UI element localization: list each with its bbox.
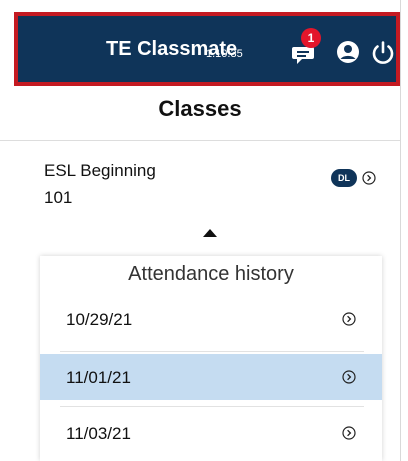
class-row[interactable]: ESL Beginning 101 DL	[0, 141, 400, 219]
page-title: Classes	[158, 96, 242, 121]
attendance-history-title: Attendance history	[128, 263, 294, 285]
row-divider	[60, 351, 364, 352]
attendance-date: 11/01/21	[66, 368, 131, 387]
app-frame: TE Classmate 1.10.35 1 Classes ESL Begin…	[0, 0, 401, 461]
account-icon	[337, 41, 359, 63]
logout-button[interactable]	[370, 40, 396, 66]
app-version: 1.10.35	[206, 48, 243, 60]
notification-badge: 1	[301, 28, 321, 48]
attendance-date: 11/03/21	[66, 424, 131, 443]
attendance-history-panel: Attendance history 10/29/21 11/01/21 11/…	[40, 256, 382, 461]
chevron-right-circle-icon	[342, 312, 356, 326]
app-header: TE Classmate 1.10.35 1	[14, 12, 400, 86]
profile-button[interactable]	[336, 40, 360, 64]
class-name-line2: 101	[44, 188, 73, 207]
distance-learning-badge: DL	[331, 169, 357, 187]
class-name-line1: ESL Beginning	[44, 161, 156, 180]
attendance-row-selected[interactable]: 11/01/21	[40, 354, 382, 400]
chevron-right-circle-icon	[342, 426, 356, 440]
collapse-arrow-icon[interactable]	[203, 229, 217, 237]
power-icon	[372, 41, 394, 64]
messages-button[interactable]: 1	[291, 28, 321, 66]
attendance-row[interactable]: 11/03/21	[40, 410, 382, 456]
chevron-right-circle-icon	[342, 370, 356, 384]
class-name: ESL Beginning 101	[44, 157, 224, 211]
attendance-row[interactable]: 10/29/21	[40, 296, 382, 342]
chevron-right-circle-icon[interactable]	[362, 171, 376, 185]
attendance-date: 10/29/21	[66, 310, 133, 329]
row-divider	[60, 406, 364, 407]
